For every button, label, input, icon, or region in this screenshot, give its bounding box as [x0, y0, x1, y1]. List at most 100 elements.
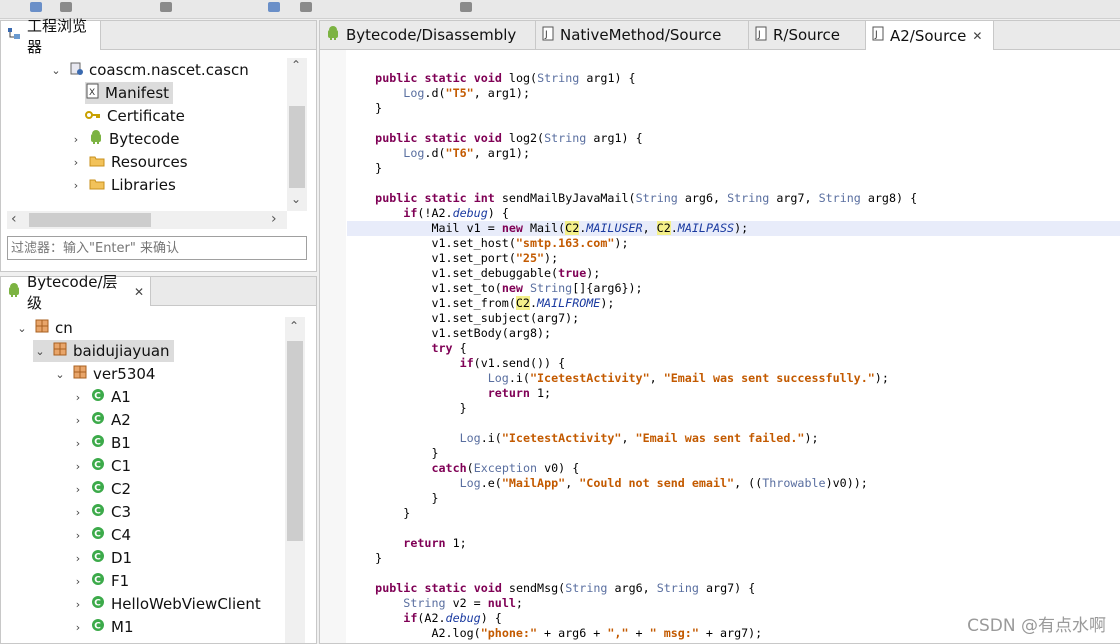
- tree-item-certificate[interactable]: Certificate: [85, 105, 185, 127]
- hierarchy-item[interactable]: › C C4: [71, 524, 131, 546]
- hierarchy-item[interactable]: › C M1: [71, 616, 134, 638]
- tab-r-source[interactable]: J R/Source: [749, 21, 866, 49]
- scroll-thumb[interactable]: [287, 341, 303, 541]
- tab-a2-source[interactable]: J A2/Source ✕: [866, 21, 994, 50]
- hierarchy-item-label: C2: [111, 480, 132, 498]
- code-line: }: [347, 491, 439, 505]
- scroll-down-icon[interactable]: ⌄: [291, 192, 301, 206]
- hierarchy-item[interactable]: ⌄ cn: [15, 317, 72, 339]
- hierarchy-item[interactable]: › C C3: [71, 501, 131, 523]
- code-line: Log.i("IcetestActivity", "Email was sent…: [459, 431, 819, 445]
- hierarchy-item[interactable]: › C C1: [71, 455, 131, 477]
- chevron-down-icon[interactable]: ⌄: [15, 322, 29, 335]
- folder-icon: [89, 153, 105, 171]
- close-icon[interactable]: ✕: [134, 285, 144, 299]
- code-line: Log.d("T5", arg1);: [403, 86, 530, 100]
- project-tree-vscroll[interactable]: ⌃ ⌄: [287, 58, 307, 211]
- tab-bytecode-disassembly[interactable]: Bytecode/Disassembly: [320, 21, 536, 49]
- toolbar-icon[interactable]: [300, 2, 312, 12]
- chevron-right-icon[interactable]: ›: [69, 179, 83, 192]
- code-line: Log.e("MailApp", "Could not send email",…: [459, 476, 868, 490]
- java-file-icon: J: [755, 26, 767, 45]
- chevron-down-icon[interactable]: ⌄: [53, 368, 67, 381]
- chevron-right-icon[interactable]: ›: [71, 575, 85, 588]
- code-line: v1.set_subject(arg7);: [347, 311, 580, 325]
- svg-text:C: C: [94, 461, 101, 471]
- tree-item-bytecode[interactable]: › Bytecode: [69, 128, 179, 150]
- code-line: Log.d("T6", arg1);: [403, 146, 530, 160]
- tab-hierarchy[interactable]: Bytecode/层级 ✕: [1, 273, 151, 312]
- chevron-right-icon[interactable]: ›: [71, 483, 85, 496]
- hierarchy-item[interactable]: › C B1: [71, 432, 131, 454]
- tree-item-apk[interactable]: ⌄ coascm.nascet.cascn: [49, 59, 248, 81]
- package-icon: [35, 319, 49, 337]
- hierarchy-item-label: B1: [111, 434, 131, 452]
- hierarchy-item[interactable]: ⌄ ver5304: [53, 363, 155, 385]
- chevron-down-icon[interactable]: ⌄: [49, 64, 63, 77]
- hierarchy-item[interactable]: › C A1: [71, 386, 131, 408]
- filter-input[interactable]: [7, 236, 307, 260]
- chevron-right-icon[interactable]: ›: [71, 621, 85, 634]
- class-icon: C: [91, 388, 105, 406]
- tree-item-label: Manifest: [105, 84, 170, 102]
- hierarchy-title: Bytecode/层级: [27, 272, 118, 312]
- chevron-right-icon[interactable]: ›: [71, 437, 85, 450]
- hierarchy-item[interactable]: › C A2: [71, 409, 131, 431]
- tree-item-manifest[interactable]: X Manifest: [85, 82, 174, 104]
- chevron-right-icon[interactable]: ›: [71, 391, 85, 404]
- hierarchy-item-label: HelloWebViewClient: [111, 595, 261, 613]
- class-icon: C: [91, 526, 105, 544]
- hierarchy-item[interactable]: › C D1: [71, 547, 132, 569]
- scroll-thumb[interactable]: [29, 213, 151, 227]
- chevron-right-icon[interactable]: ›: [71, 529, 85, 542]
- hierarchy-item[interactable]: ⌄ baidujiayuan: [33, 340, 174, 362]
- scroll-thumb[interactable]: [289, 106, 305, 188]
- toolbar-icon[interactable]: [160, 2, 172, 12]
- chevron-right-icon[interactable]: ›: [71, 552, 85, 565]
- code-line: try {: [431, 341, 467, 355]
- chevron-right-icon[interactable]: ›: [69, 156, 83, 169]
- chevron-right-icon[interactable]: ›: [71, 506, 85, 519]
- android-icon: [326, 25, 340, 45]
- code-line: public static void log2(String arg1) {: [375, 131, 643, 145]
- svg-text:C: C: [94, 438, 101, 448]
- tree-item-libraries[interactable]: › Libraries: [69, 174, 176, 196]
- code-line: v1.setBody(arg8);: [347, 326, 552, 340]
- key-icon: [85, 107, 101, 125]
- tab-project-explorer[interactable]: 工程浏览器: [1, 17, 101, 56]
- close-icon[interactable]: ✕: [972, 29, 982, 43]
- scroll-up-icon[interactable]: ⌃: [289, 319, 299, 333]
- svg-text:C: C: [94, 484, 101, 494]
- scroll-left-icon[interactable]: ‹: [11, 211, 17, 227]
- toolbar-icon[interactable]: [460, 2, 472, 12]
- chevron-right-icon[interactable]: ›: [71, 414, 85, 427]
- svg-text:C: C: [94, 507, 101, 517]
- scroll-up-icon[interactable]: ⌃: [291, 58, 301, 72]
- hierarchy-item[interactable]: › C C2: [71, 478, 131, 500]
- chevron-right-icon[interactable]: ›: [71, 598, 85, 611]
- toolbar-icon[interactable]: [30, 2, 42, 12]
- chevron-right-icon[interactable]: ›: [71, 460, 85, 473]
- tab-nativemethod-source[interactable]: J NativeMethod/Source: [536, 21, 749, 49]
- project-tree-hscroll[interactable]: ‹ ›: [7, 211, 287, 229]
- class-icon: C: [91, 457, 105, 475]
- code-line: v1.set_from(C2.MAILFROME);: [347, 296, 615, 310]
- code-line: return 1;: [487, 386, 552, 400]
- hierarchy-vscroll[interactable]: ⌃: [285, 317, 305, 643]
- tree-item-resources[interactable]: › Resources: [69, 151, 188, 173]
- hierarchy-item[interactable]: › C HelloWebViewClient: [71, 593, 261, 615]
- chevron-down-icon[interactable]: ⌄: [33, 345, 47, 358]
- tree-item-label: Libraries: [111, 176, 176, 194]
- hierarchy-item[interactable]: › C F1: [71, 570, 129, 592]
- code-line: catch(Exception v0) {: [431, 461, 580, 475]
- scroll-right-icon[interactable]: ›: [271, 211, 277, 227]
- code-editor[interactable]: public static void log(String arg1) { Lo…: [347, 71, 917, 641]
- toolbar-icon[interactable]: [268, 2, 280, 12]
- chevron-right-icon[interactable]: ›: [69, 133, 83, 146]
- toolbar-icon[interactable]: [60, 2, 72, 12]
- java-file-icon: J: [872, 26, 884, 45]
